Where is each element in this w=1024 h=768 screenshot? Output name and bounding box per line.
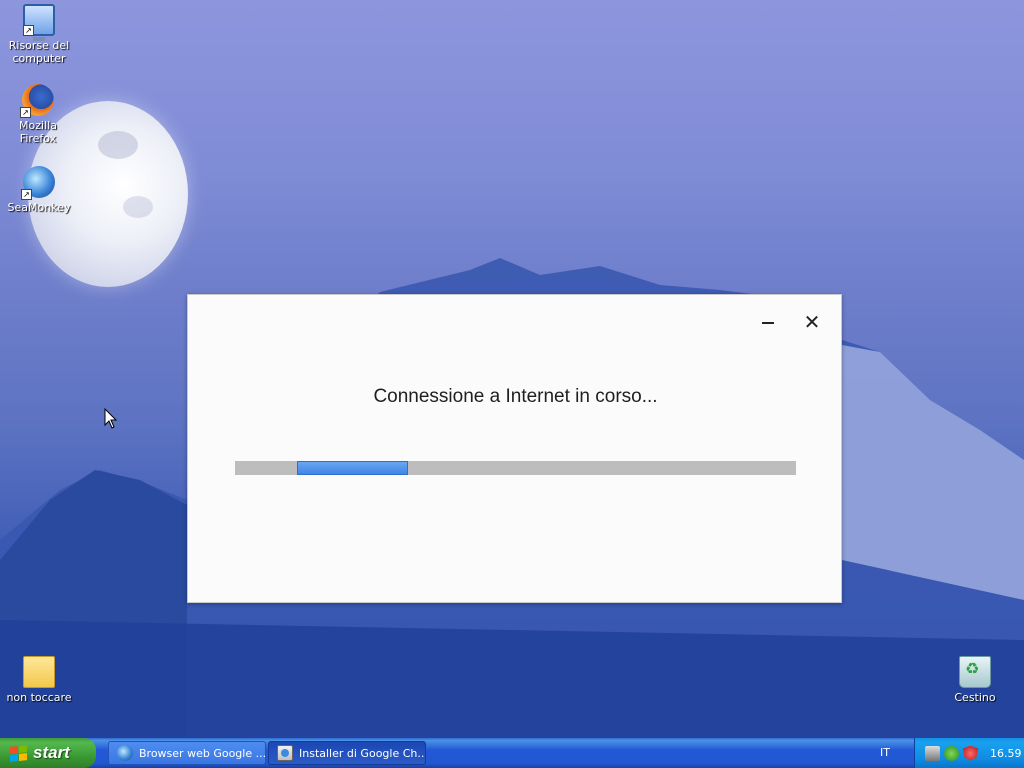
shortcut-arrow-icon: ↗ (20, 107, 31, 118)
my-computer-icon: ↗ (23, 4, 55, 41)
start-label: start (33, 743, 70, 762)
windows-logo-icon (10, 744, 27, 762)
desktop-icon-recycle-bin[interactable]: Cestino (937, 656, 1013, 704)
recycle-bin-icon (959, 656, 991, 688)
taskbar-button-label: Browser web Google ... (139, 746, 266, 760)
shortcut-arrow-icon: ↗ (23, 25, 34, 36)
desktop-icon-label: non toccare (6, 691, 72, 704)
desktop-icon-label: computer (12, 52, 66, 65)
installer-icon (277, 745, 293, 761)
desktop-icon-label: SeaMonkey (7, 201, 71, 214)
progress-bar (235, 461, 796, 475)
installer-dialog: ✕ Connessione a Internet in corso... (187, 294, 842, 603)
antivirus-icon[interactable] (963, 745, 978, 761)
minimize-icon (762, 321, 774, 324)
shortcut-arrow-icon: ↗ (21, 189, 32, 200)
mouse-cursor-icon (104, 408, 118, 429)
close-button[interactable]: ✕ (799, 309, 825, 335)
network-icon[interactable] (925, 745, 940, 761)
seamonkey-icon (117, 745, 133, 761)
desktop-icon-firefox[interactable]: ↗ Mozilla Firefox (0, 84, 76, 145)
taskbar-button-browser[interactable]: Browser web Google ... (108, 741, 266, 765)
taskbar: start Browser web Google ... Installer d… (0, 738, 1024, 768)
minimize-button[interactable] (755, 309, 781, 335)
system-tray: 16.59 (914, 738, 1024, 768)
taskbar-button-label: Installer di Google Ch... (299, 746, 426, 760)
progress-indicator (297, 461, 408, 475)
desktop-icon-label: Cestino (954, 691, 996, 704)
language-indicator[interactable]: IT (880, 738, 890, 768)
taskbar-button-installer[interactable]: Installer di Google Ch... (268, 741, 426, 765)
folder-icon (23, 656, 55, 688)
desktop-icon-my-computer[interactable]: ↗ Risorse del computer (1, 4, 77, 65)
desktop-icon-label: Mozilla Firefox (19, 119, 57, 145)
firefox-icon: ↗ (20, 84, 54, 118)
seamonkey-icon: ↗ (21, 166, 55, 200)
desktop-icon-folder[interactable]: non toccare (1, 656, 77, 704)
shield-icon[interactable] (944, 745, 959, 761)
status-message: Connessione a Internet in corso... (373, 386, 658, 407)
start-button[interactable]: start (0, 738, 96, 768)
close-icon: ✕ (803, 310, 821, 334)
clock[interactable]: 16.59 (990, 747, 1022, 760)
desktop-icon-seamonkey[interactable]: ↗ SeaMonkey (1, 166, 77, 214)
